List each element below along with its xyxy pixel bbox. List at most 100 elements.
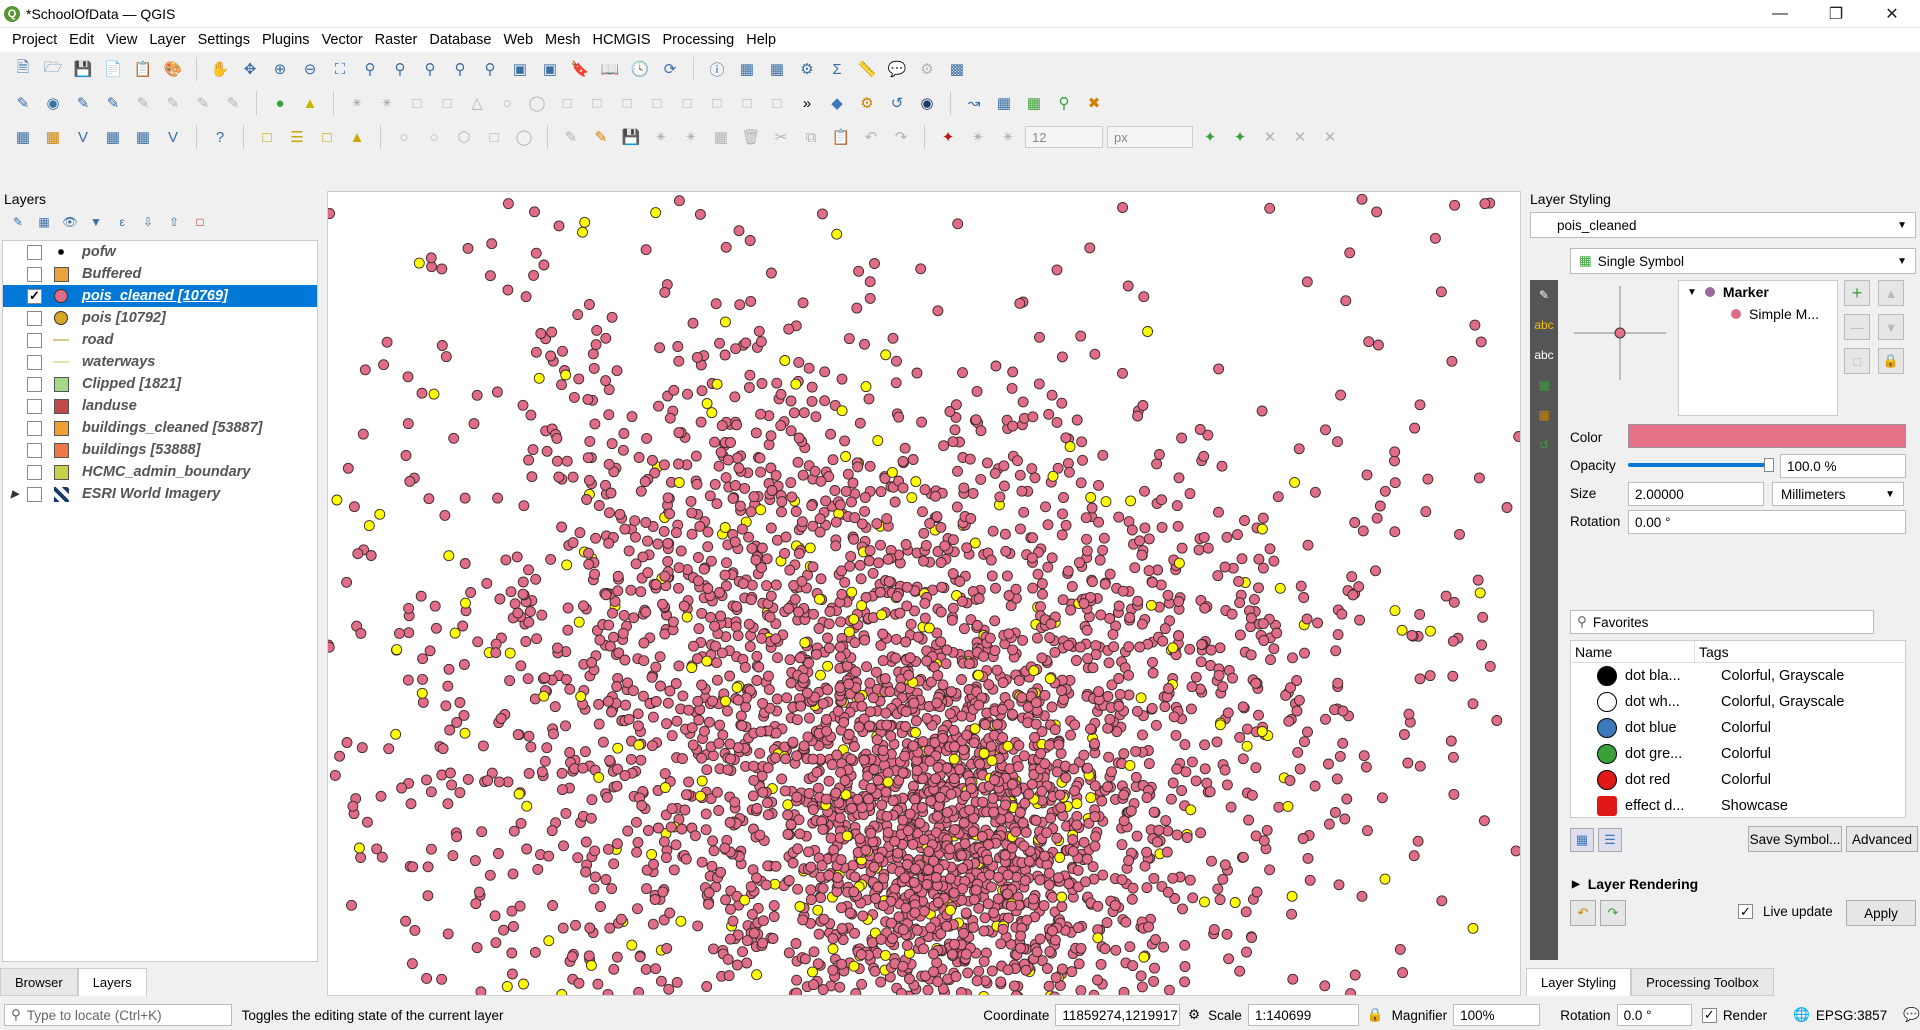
avoid-overlap-icon[interactable]: ✕ xyxy=(1317,124,1343,150)
shape-icon[interactable]: □ xyxy=(404,90,430,116)
symbol-tree-simple-marker[interactable]: Simple M... xyxy=(1679,303,1837,325)
add-circle-icon[interactable]: ○ xyxy=(421,124,447,150)
processing-icon[interactable]: ⚙ xyxy=(854,90,880,116)
copy-icon[interactable]: ⧉ xyxy=(798,124,824,150)
menu-raster[interactable]: Raster xyxy=(369,32,424,48)
messages-icon[interactable]: 💬 xyxy=(1903,1007,1920,1023)
deselect-icon[interactable]: □ xyxy=(314,124,340,150)
open-project-icon[interactable]: 🗁 xyxy=(40,56,66,82)
library-row[interactable]: dot blue Colorful xyxy=(1571,715,1905,741)
size-unit-select[interactable]: Millimeters ▼ xyxy=(1772,482,1904,506)
layer-visibility-checkbox[interactable] xyxy=(27,266,42,282)
symbol-tree-marker[interactable]: ▼ Marker xyxy=(1679,281,1837,303)
size-input[interactable]: 2.00000 xyxy=(1628,482,1764,506)
renderer-select[interactable]: ▦ Single Symbol ▼ xyxy=(1570,248,1916,274)
open-styling-icon[interactable]: ✎ xyxy=(8,212,28,232)
digitize-icon[interactable]: ✴ xyxy=(344,90,370,116)
layer-row[interactable]: landuse xyxy=(3,395,317,417)
polygon-icon[interactable]: △ xyxy=(464,90,490,116)
layer-visibility-checkbox[interactable] xyxy=(27,398,42,414)
modify-attributes-icon[interactable]: ▦ xyxy=(708,124,734,150)
cut-icon[interactable]: ✂ xyxy=(768,124,794,150)
filter-legend-icon[interactable]: ▼ xyxy=(86,212,106,232)
save-edits-icon[interactable]: 💾 xyxy=(618,124,644,150)
style-manager-icon[interactable]: 🎨 xyxy=(160,56,186,82)
delete-ring-icon[interactable]: □ xyxy=(734,90,760,116)
layer-row[interactable]: HCMC_admin_boundary xyxy=(3,461,317,483)
add-virtual-layer-icon[interactable]: V xyxy=(160,124,186,150)
move-selection-icon[interactable]: ▲ xyxy=(344,124,370,150)
change-label-icon[interactable]: ✎ xyxy=(190,90,216,116)
magnifier-input[interactable]: 100% xyxy=(1453,1004,1541,1026)
layer-row[interactable]: ✓ pois_cleaned [10769] xyxy=(3,285,317,307)
advanced-button[interactable]: Advanced xyxy=(1846,826,1918,852)
actions-icon[interactable]: ⚙ xyxy=(914,56,940,82)
network-icon[interactable]: ▦ xyxy=(991,90,1017,116)
map-tips-icon[interactable]: 💬 xyxy=(884,56,910,82)
move-down-button[interactable]: ▼ xyxy=(1878,314,1904,340)
menu-view[interactable]: View xyxy=(100,32,143,48)
zoom-in-icon[interactable]: ⊕ xyxy=(267,56,293,82)
apply-button[interactable]: Apply xyxy=(1846,900,1916,926)
measure-icon[interactable]: 📏 xyxy=(854,56,880,82)
layer-visibility-checkbox[interactable] xyxy=(27,376,42,392)
layer-visibility-checkbox[interactable] xyxy=(27,464,42,480)
triangle-tool-icon[interactable]: ▲ xyxy=(297,90,323,116)
coordinate-input[interactable]: 11859274,1219917 xyxy=(1055,1004,1181,1026)
globe-icon[interactable]: ◉ xyxy=(914,90,940,116)
undo-style-button[interactable]: ↶ xyxy=(1570,900,1596,926)
topology-icon[interactable]: ✦ xyxy=(1227,124,1253,150)
refresh-icon[interactable]: ⟳ xyxy=(657,56,683,82)
library-filter[interactable]: ⚲ Favorites xyxy=(1570,610,1874,634)
maximize-button[interactable]: ❐ xyxy=(1808,0,1864,28)
opacity-slider-handle[interactable] xyxy=(1764,458,1774,472)
history-icon[interactable]: ↺ xyxy=(1530,430,1558,460)
identify-icon[interactable]: ⓘ xyxy=(704,56,730,82)
redo-style-button[interactable]: ↷ xyxy=(1600,900,1626,926)
lock-layer-button[interactable]: 🔒 xyxy=(1878,348,1904,374)
self-snap-icon[interactable]: ✕ xyxy=(1287,124,1313,150)
render-checkbox[interactable]: ✓ xyxy=(1701,1007,1717,1023)
pan-to-selection-icon[interactable]: ✥ xyxy=(237,56,263,82)
menu-processing[interactable]: Processing xyxy=(657,32,741,48)
lock-scale-icon[interactable]: 🔒 xyxy=(1367,1007,1384,1023)
tab-layers[interactable]: Layers xyxy=(77,968,147,996)
rotation-input[interactable]: 0.00 ° xyxy=(1628,510,1906,534)
save-symbol-button[interactable]: Save Symbol... xyxy=(1748,826,1842,852)
new-project-icon[interactable]: 🗎 xyxy=(10,56,36,82)
add-point-icon[interactable]: ○ xyxy=(391,124,417,150)
zoom-to-layer-icon[interactable]: ⚲ xyxy=(387,56,413,82)
add-part-icon[interactable]: □ xyxy=(764,90,790,116)
zoom-next-icon[interactable]: ⚲ xyxy=(477,56,503,82)
menu-database[interactable]: Database xyxy=(423,32,497,48)
snap-type-icon[interactable]: ✴ xyxy=(995,124,1021,150)
vertex-icon[interactable]: ✴ xyxy=(374,90,400,116)
add-feature-icon[interactable]: ✴ xyxy=(648,124,674,150)
georeferencer-icon[interactable]: ● xyxy=(267,90,293,116)
data-source-manager-icon[interactable]: ▦ xyxy=(10,124,36,150)
live-update-toggle[interactable]: ✓ Live update xyxy=(1738,904,1833,919)
add-ellipse-icon[interactable]: ◯ xyxy=(511,124,537,150)
redo-icon[interactable]: ↷ xyxy=(888,124,914,150)
layer-visibility-checkbox[interactable] xyxy=(27,354,42,370)
move-label-icon[interactable]: ✎ xyxy=(130,90,156,116)
layer-row[interactable]: buildings_cleaned [53887] xyxy=(3,417,317,439)
layer-visibility-checkbox[interactable] xyxy=(27,332,42,348)
layer-row[interactable]: Buffered xyxy=(3,263,317,285)
scale-select[interactable]: 1:140699 xyxy=(1247,1004,1359,1026)
duplicate-layer-button[interactable]: □ xyxy=(1844,348,1870,374)
bookmark-icon[interactable]: 🔖 xyxy=(567,56,593,82)
split-icon[interactable]: □ xyxy=(584,90,610,116)
new-geopackage-icon[interactable]: ▦ xyxy=(40,124,66,150)
profile-chart-icon[interactable]: ↝ xyxy=(961,90,987,116)
minimize-button[interactable]: — xyxy=(1752,0,1808,28)
library-row[interactable]: dot wh... Colorful, Grayscale xyxy=(1571,689,1905,715)
manage-visibility-icon[interactable]: 👁 xyxy=(60,212,80,232)
toggle-extents-icon[interactable]: ⚙ xyxy=(1188,1007,1200,1023)
add-raster-icon[interactable]: ▦ xyxy=(100,124,126,150)
add-wms-icon[interactable]: ▦ xyxy=(130,124,156,150)
menu-project[interactable]: Project xyxy=(6,32,63,48)
map-canvas[interactable] xyxy=(327,191,1521,996)
library-row[interactable]: dot bla... Colorful, Grayscale xyxy=(1571,663,1905,689)
menu-edit[interactable]: Edit xyxy=(63,32,100,48)
